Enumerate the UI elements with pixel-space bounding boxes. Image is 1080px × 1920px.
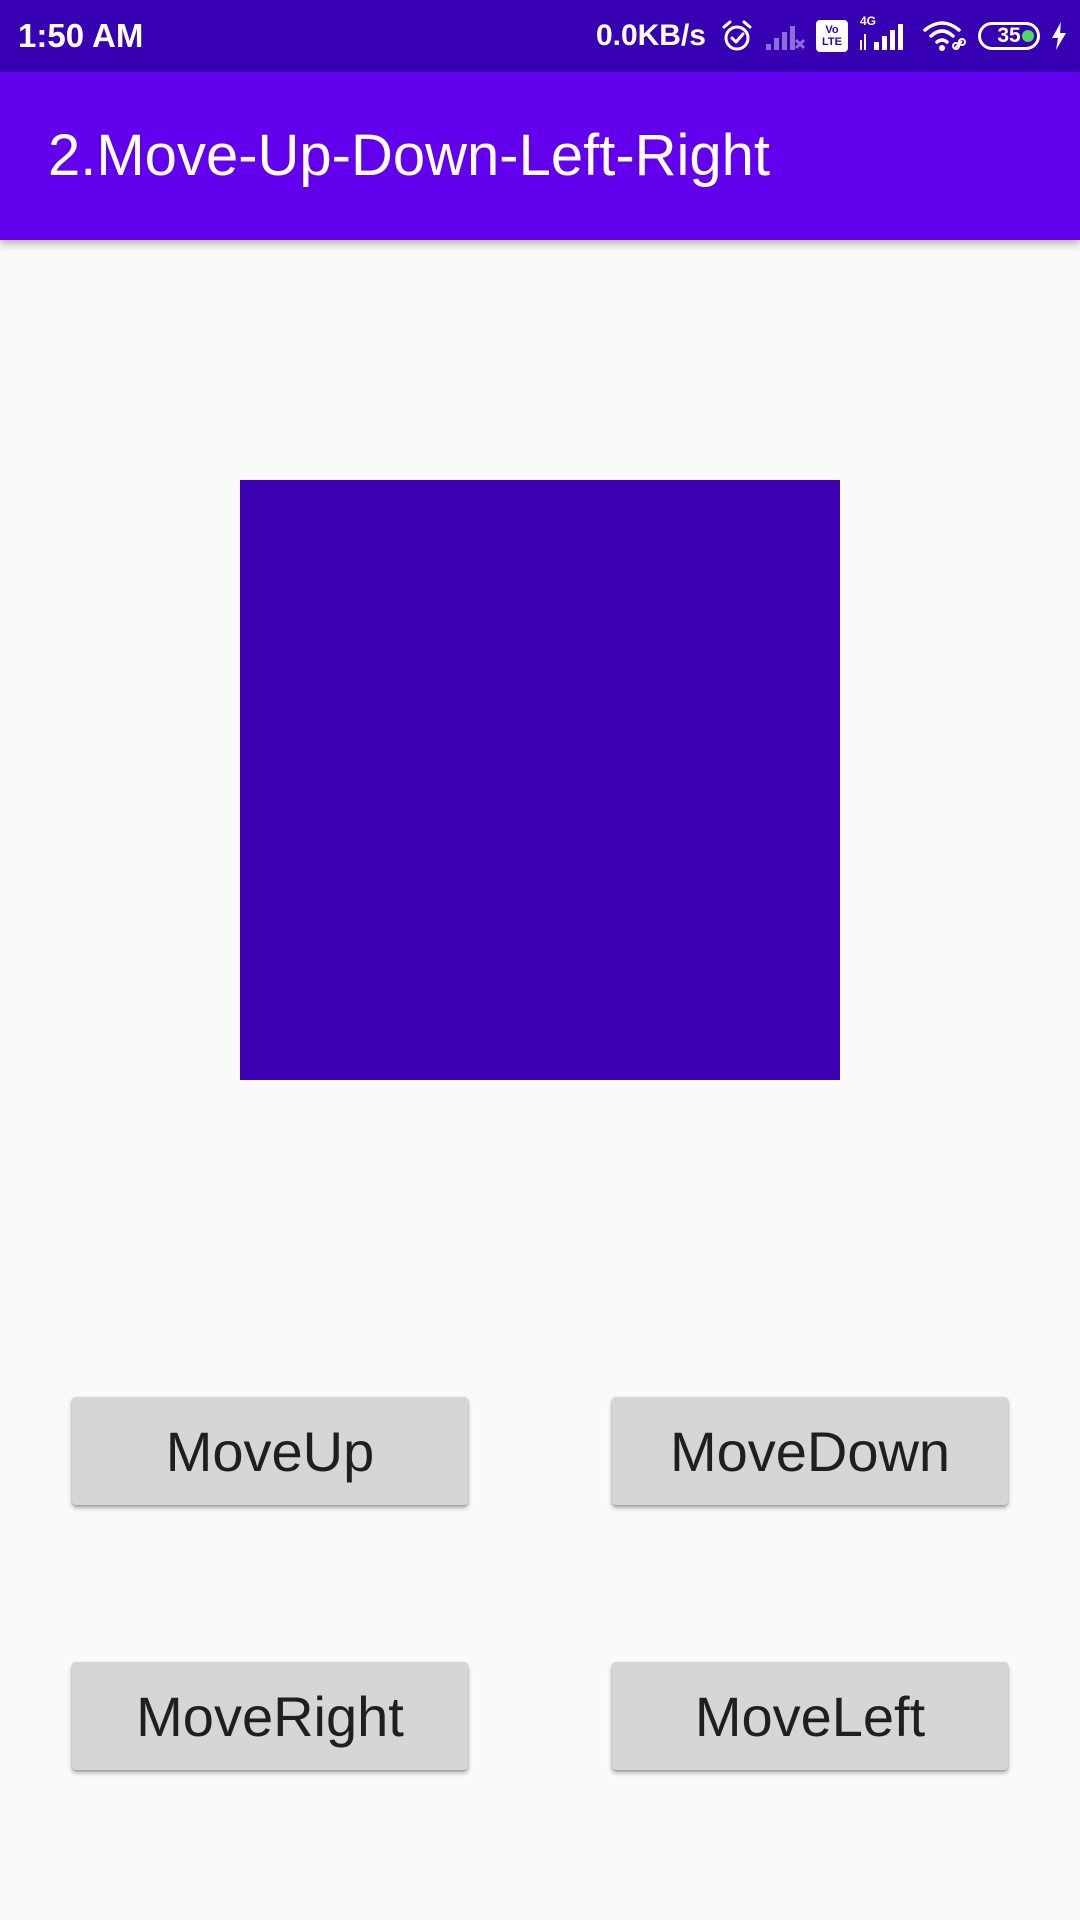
status-time: 1:50 AM: [18, 17, 144, 54]
charging-icon: [1050, 21, 1068, 51]
move-right-button[interactable]: MoveRight: [72, 1662, 468, 1770]
signal-4g-icon: 4G: [858, 14, 912, 52]
network-speed: 0.0KB/s: [595, 19, 706, 52]
network-type-label: 4G: [860, 14, 877, 28]
wifi-icon: [922, 19, 968, 53]
alarm-icon: [720, 19, 754, 53]
battery-icon: 35: [978, 22, 1040, 50]
volte-icon: Vo LTE: [816, 20, 848, 52]
battery-charge-dot: [1022, 30, 1034, 42]
status-bar: 1:50 AM 0.0KB/s Vo LTE 4G 35: [0, 0, 1080, 72]
move-left-button[interactable]: MoveLeft: [612, 1662, 1008, 1770]
app-bar: 2.Move-Up-Down-Left-Right: [0, 72, 1080, 240]
move-down-button[interactable]: MoveDown: [612, 1397, 1008, 1505]
move-up-button[interactable]: MoveUp: [72, 1397, 468, 1505]
volte-label-bottom: LTE: [822, 36, 842, 48]
battery-level: 35: [997, 24, 1021, 47]
movable-square: [240, 480, 840, 1080]
no-signal-icon: [764, 20, 806, 52]
status-icons: 0.0KB/s Vo LTE 4G 35: [596, 14, 1068, 58]
volte-label-top: Vo: [825, 24, 839, 36]
app-title: 2.Move-Up-Down-Left-Right: [48, 123, 771, 188]
